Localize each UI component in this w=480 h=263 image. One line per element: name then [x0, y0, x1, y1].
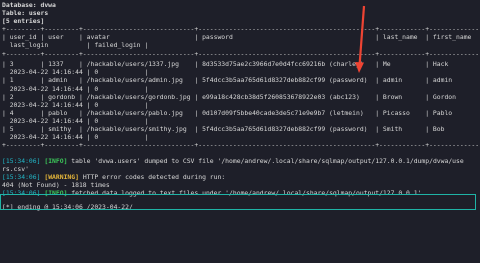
annotation-arrow-icon: [355, 5, 366, 73]
